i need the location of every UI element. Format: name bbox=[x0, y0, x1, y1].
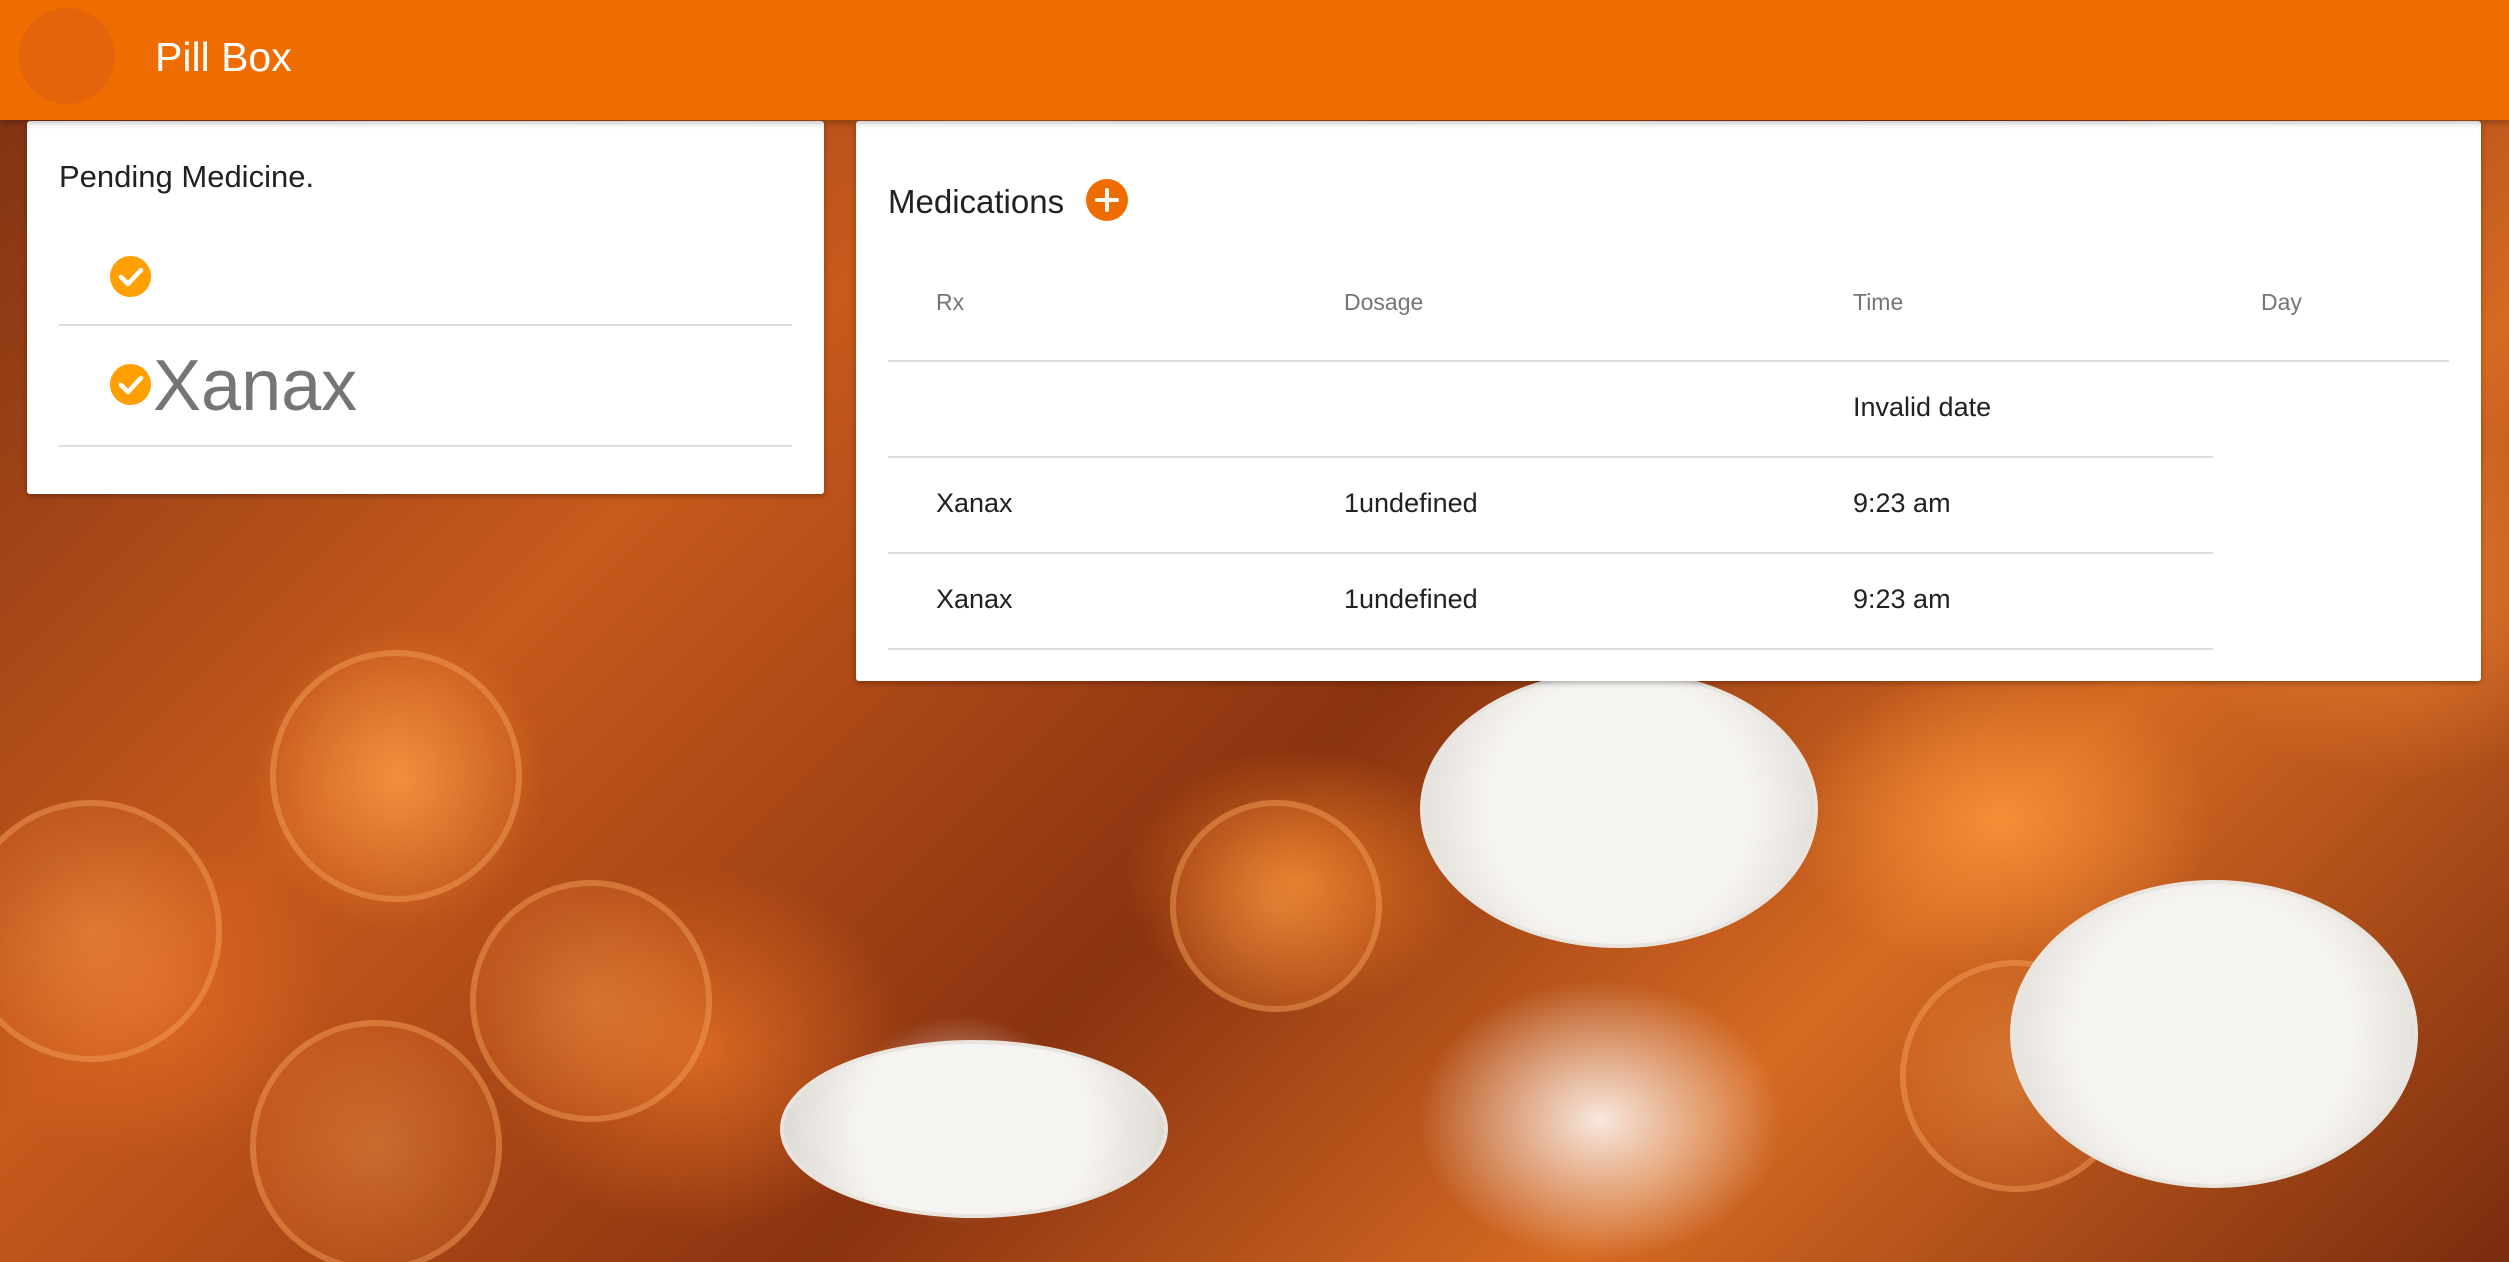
cell-time: Invalid date bbox=[1853, 392, 1992, 422]
pending-medicine-item[interactable]: Xanax bbox=[59, 326, 792, 447]
pending-medicine-title: Pending Medicine. bbox=[59, 159, 315, 194]
table-row[interactable]: Xanax 1undefined 9:23 am bbox=[888, 554, 2213, 650]
check-circle-icon[interactable] bbox=[110, 364, 151, 405]
column-header-rx[interactable]: Rx bbox=[936, 289, 964, 316]
background-bottle bbox=[250, 1020, 502, 1262]
column-header-dosage[interactable]: Dosage bbox=[1344, 289, 1423, 316]
medications-card: Medications Rx Dosage Time Day Invalid d… bbox=[856, 121, 2481, 681]
check-circle-icon[interactable] bbox=[110, 256, 151, 297]
background-bottle-cap bbox=[2010, 880, 2418, 1188]
column-header-day[interactable]: Day bbox=[2261, 289, 2302, 316]
background-bottle bbox=[270, 650, 522, 902]
background-bottle-cap bbox=[780, 1040, 1168, 1218]
app-bar: Pill Box bbox=[0, 0, 2509, 120]
pending-medicine-card: Pending Medicine. Xanax bbox=[27, 121, 824, 494]
cell-rx: Xanax bbox=[936, 488, 1013, 518]
medications-title: Medications bbox=[888, 183, 1065, 220]
pending-medicine-item[interactable] bbox=[59, 231, 792, 326]
table-row[interactable]: Xanax 1undefined 9:23 am bbox=[888, 458, 2213, 554]
background-bottle-cap bbox=[1420, 670, 1818, 948]
cell-time: 9:23 am bbox=[1853, 584, 1951, 614]
cell-dosage: 1undefined bbox=[1344, 584, 1478, 614]
add-medication-button[interactable] bbox=[1086, 179, 1128, 221]
avatar[interactable] bbox=[19, 8, 115, 104]
app-title: Pill Box bbox=[155, 34, 292, 80]
pending-medicine-name: Xanax bbox=[153, 346, 358, 426]
cell-rx: Xanax bbox=[936, 584, 1013, 614]
column-header-time[interactable]: Time bbox=[1853, 289, 1903, 316]
add-circle-icon bbox=[1095, 188, 1119, 212]
background-bottle bbox=[470, 880, 712, 1122]
table-header: Rx Dosage Time Day bbox=[888, 239, 2449, 362]
table-row[interactable]: Invalid date bbox=[888, 362, 2213, 458]
cell-time: 9:23 am bbox=[1853, 488, 1951, 518]
background-bottle bbox=[1170, 800, 1382, 1012]
cell-dosage: 1undefined bbox=[1344, 488, 1478, 518]
